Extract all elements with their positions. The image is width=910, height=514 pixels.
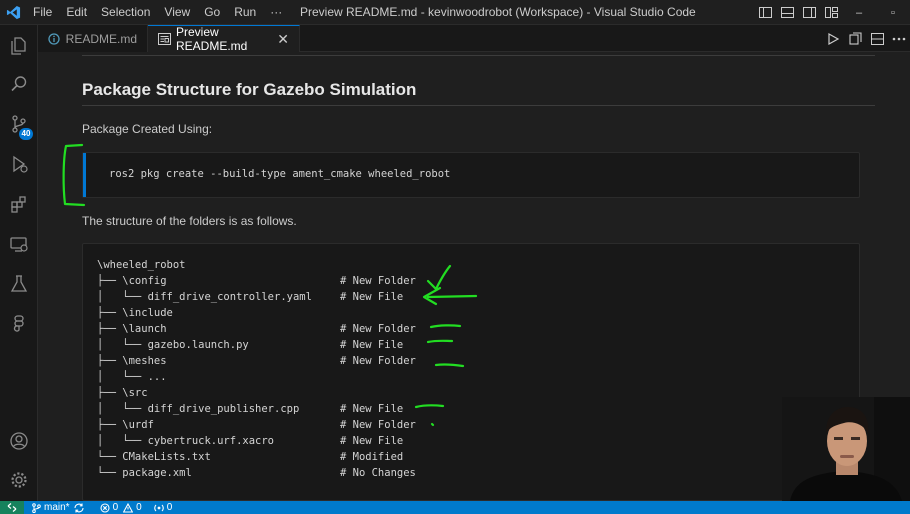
menu-run[interactable]: Run [227,0,263,25]
title-bar: File Edit Selection View Go Run ··· Prev… [0,0,910,25]
tree-line: ├── \launch [97,323,167,335]
webcam-overlay [782,397,910,501]
open-source-icon[interactable] [844,25,866,52]
divider [82,55,875,56]
tree-comment: # New Folder [340,275,416,287]
explorer-icon[interactable] [0,27,38,65]
window-title: Preview README.md - kevinwoodrobot (Work… [300,5,696,19]
info-icon [48,31,61,47]
tab-preview-readme[interactable]: Preview README.md ✕ [148,25,300,53]
menu-go[interactable]: Go [197,0,227,25]
command-text: ros2 pkg create --build-type ament_cmake… [109,168,451,180]
tree-line: ├── \meshes [97,355,167,367]
figma-icon[interactable] [0,305,38,343]
sync-icon[interactable] [73,503,85,513]
section-heading: Package Structure for Gazebo Simulation [82,80,417,99]
tree-line: ├── \urdf [97,419,154,431]
tree-line: ├── \include [97,307,173,319]
tree-line: │ └── ... [97,371,167,383]
command-code-block: ros2 pkg create --build-type ament_cmake… [82,152,860,198]
tree-line: │ └── cybertruck.urf.xacro [97,435,275,447]
menu-view[interactable]: View [157,0,197,25]
minimize-button[interactable]: – [842,0,876,25]
testing-icon[interactable] [0,265,38,303]
toggle-primary-sidebar-icon[interactable] [754,0,776,25]
tree-line: ├── \config [97,275,167,287]
markdown-preview[interactable]: Package Structure for Gazebo Simulation … [38,52,910,501]
tree-line: ├── \src [97,387,148,399]
tree-comment: # Modified [340,451,404,463]
problems-status[interactable]: 0 0 [100,501,142,514]
menu-bar: File Edit Selection View Go Run ··· [26,0,289,25]
tree-line: │ └── diff_drive_controller.yaml [97,291,312,303]
customize-layout-icon[interactable] [820,0,842,25]
tab-readme[interactable]: README.md [38,25,148,52]
error-icon [100,502,110,513]
toggle-panel-icon[interactable] [776,0,798,25]
tree-line: └── CMakeLists.txt [97,451,211,463]
toggle-secondary-sidebar-icon[interactable] [798,0,820,25]
menu-edit[interactable]: Edit [59,0,94,25]
tree-line: \wheeled_robot [97,259,186,271]
run-debug-icon[interactable] [0,145,38,183]
branch-name: main* [44,502,70,513]
git-branch-icon [32,502,41,513]
remote-explorer-icon[interactable] [0,225,38,263]
accounts-icon[interactable] [0,422,38,460]
tree-comment: # New Folder [340,323,416,335]
manage-gear-icon[interactable] [0,461,38,499]
close-tab-icon[interactable]: ✕ [277,31,289,48]
activity-bar: 40 [0,25,38,501]
vscode-logo-icon [0,0,26,25]
menu-more[interactable]: ··· [263,0,289,25]
preview-icon [158,31,171,47]
code-block-focus-bar [83,153,86,197]
tree-comment: # New File [340,403,404,415]
warning-icon [123,502,134,513]
split-editor-icon[interactable] [866,25,888,52]
tree-comment: # New Folder [340,355,416,367]
menu-selection[interactable]: Selection [94,0,157,25]
extensions-icon[interactable] [0,185,38,223]
tree-comment: # New File [340,291,404,303]
status-bar: main* 0 0 0 [0,501,910,514]
tree-line: └── package.xml [97,467,192,479]
ports-status[interactable]: 0 [153,501,173,514]
tree-comment: # New Folder [340,419,416,431]
source-control-icon[interactable]: 40 [0,105,38,143]
more-actions-icon[interactable] [888,25,910,52]
scm-badge: 40 [19,128,33,140]
package-created-text: Package Created Using: [82,122,213,136]
tree-comment: # New File [340,435,404,447]
error-count: 0 [112,502,119,513]
maximize-button[interactable]: ▫ [876,0,910,25]
tab-preview-label: Preview README.md [176,25,248,53]
warning-count: 0 [136,502,142,513]
ports-icon [153,504,164,511]
folder-tree-code-block: \wheeled_robot ├── \config # New Folder … [82,243,860,501]
menu-file[interactable]: File [26,0,59,25]
branch-status[interactable]: main* [32,501,88,514]
run-icon[interactable] [822,25,844,52]
tree-line: │ └── gazebo.launch.py [97,339,249,351]
presenter-image [782,397,910,501]
editor-tabs: README.md Preview README.md ✕ [38,25,910,53]
tree-comment: # New File [340,339,404,351]
ports-count: 0 [166,502,173,513]
tree-comment: # No Changes [340,467,416,479]
remote-indicator-icon[interactable] [0,501,24,514]
tab-readme-label: README.md [65,31,137,46]
tree-line: │ └── diff_drive_publisher.cpp [97,403,300,415]
search-icon[interactable] [0,65,38,103]
structure-intro-text: The structure of the folders is as follo… [82,214,297,228]
heading-rule [82,105,875,106]
